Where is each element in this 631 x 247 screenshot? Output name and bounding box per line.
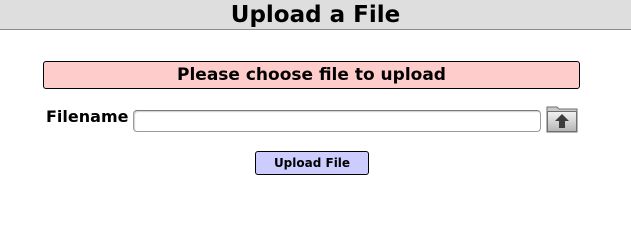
- browse-button[interactable]: [546, 104, 578, 133]
- title-bar: Upload a File: [0, 0, 631, 30]
- status-message: Please choose file to upload: [43, 61, 580, 89]
- folder-upload-icon: [546, 106, 578, 133]
- filename-input[interactable]: [133, 110, 541, 132]
- filename-label: Filename: [46, 107, 129, 126]
- upload-file-button[interactable]: Upload File: [255, 151, 369, 175]
- page-title: Upload a File: [230, 2, 401, 28]
